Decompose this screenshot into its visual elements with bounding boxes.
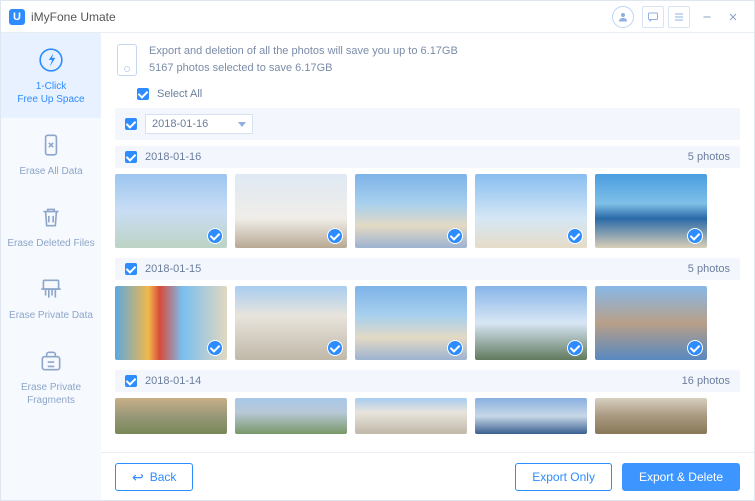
check-icon bbox=[207, 228, 223, 244]
chevron-down-icon bbox=[238, 122, 246, 127]
group-date: 2018-01-15 bbox=[145, 263, 201, 275]
photo-thumb[interactable] bbox=[355, 286, 467, 360]
date-filter-checkbox[interactable] bbox=[125, 118, 137, 130]
sidebar-item-free-up-space[interactable]: 1-Click Free Up Space bbox=[1, 33, 101, 118]
feedback-icon[interactable] bbox=[642, 6, 664, 28]
trash-icon bbox=[36, 202, 66, 232]
check-icon bbox=[567, 340, 583, 356]
photo-thumb[interactable] bbox=[475, 174, 587, 248]
app-title: iMyFone Umate bbox=[31, 10, 116, 24]
photo-thumb[interactable] bbox=[595, 286, 707, 360]
sidebar-item-label: Erase Deleted Files bbox=[7, 237, 94, 250]
group-count: 5 photos bbox=[688, 263, 730, 275]
phone-x-icon bbox=[36, 130, 66, 160]
photo-thumb[interactable] bbox=[115, 398, 227, 434]
footer-bar: ↩ Back Export Only Export & Delete bbox=[101, 452, 754, 500]
check-icon bbox=[447, 228, 463, 244]
menu-icon[interactable] bbox=[668, 6, 690, 28]
sidebar-item-erase-all[interactable]: Erase All Data bbox=[1, 118, 101, 190]
sidebar-item-label: Erase Private Data bbox=[9, 309, 93, 322]
sidebar-item-label: Erase Private Fragments bbox=[21, 381, 81, 407]
check-icon bbox=[687, 340, 703, 356]
info-text: Export and deletion of all the photos wi… bbox=[149, 43, 458, 76]
account-icon[interactable] bbox=[612, 6, 634, 28]
photo-thumb[interactable] bbox=[355, 398, 467, 434]
photo-thumb[interactable] bbox=[235, 286, 347, 360]
photo-thumb[interactable] bbox=[115, 174, 227, 248]
photo-thumb[interactable] bbox=[475, 398, 587, 434]
group-header: 2018-01-15 5 photos bbox=[115, 258, 740, 280]
photo-thumb[interactable] bbox=[235, 398, 347, 434]
back-button[interactable]: ↩ Back bbox=[115, 463, 193, 491]
photo-thumb[interactable] bbox=[595, 398, 707, 434]
group-header: 2018-01-16 5 photos bbox=[115, 146, 740, 168]
sidebar-item-erase-fragments[interactable]: Erase Private Fragments bbox=[1, 334, 101, 419]
back-arrow-icon: ↩ bbox=[132, 470, 144, 484]
phone-icon bbox=[117, 44, 137, 76]
check-icon bbox=[687, 228, 703, 244]
group-checkbox[interactable] bbox=[125, 375, 137, 387]
photo-thumb[interactable] bbox=[235, 174, 347, 248]
check-icon bbox=[447, 340, 463, 356]
broom-icon bbox=[36, 45, 66, 75]
photo-scroll-area[interactable]: 2018-01-16 5 photos 2018-01-15 5 photos bbox=[101, 146, 754, 452]
thumb-row bbox=[115, 286, 740, 360]
group-checkbox[interactable] bbox=[125, 151, 137, 163]
fragments-icon bbox=[36, 346, 66, 376]
thumb-row bbox=[115, 174, 740, 248]
group-date: 2018-01-14 bbox=[145, 375, 201, 387]
select-all-row: Select All bbox=[101, 84, 754, 108]
check-icon bbox=[327, 228, 343, 244]
sidebar-item-label: 1-Click Free Up Space bbox=[17, 80, 84, 106]
shredder-icon bbox=[36, 274, 66, 304]
app-logo: U bbox=[9, 9, 25, 25]
photo-thumb[interactable] bbox=[115, 286, 227, 360]
main-panel: Export and deletion of all the photos wi… bbox=[101, 33, 754, 500]
photo-thumb[interactable] bbox=[595, 174, 707, 248]
export-delete-button[interactable]: Export & Delete bbox=[622, 463, 740, 491]
info-bar: Export and deletion of all the photos wi… bbox=[101, 33, 754, 84]
thumb-row bbox=[115, 398, 740, 434]
group-checkbox[interactable] bbox=[125, 263, 137, 275]
dropdown-value: 2018-01-16 bbox=[152, 118, 208, 130]
sidebar-item-erase-deleted[interactable]: Erase Deleted Files bbox=[1, 190, 101, 262]
select-all-checkbox[interactable] bbox=[137, 88, 149, 100]
minimize-button[interactable] bbox=[694, 6, 720, 28]
photo-thumb[interactable] bbox=[475, 286, 587, 360]
sidebar-item-label: Erase All Data bbox=[19, 165, 82, 178]
sidebar: 1-Click Free Up Space Erase All Data Era… bbox=[1, 33, 101, 500]
group-date: 2018-01-16 bbox=[145, 151, 201, 163]
check-icon bbox=[567, 228, 583, 244]
sidebar-item-erase-private[interactable]: Erase Private Data bbox=[1, 262, 101, 334]
group-header: 2018-01-14 16 photos bbox=[115, 370, 740, 392]
photo-thumb[interactable] bbox=[355, 174, 467, 248]
date-dropdown[interactable]: 2018-01-16 bbox=[145, 114, 253, 134]
group-count: 16 photos bbox=[682, 375, 730, 387]
title-bar: U iMyFone Umate bbox=[1, 1, 754, 33]
group-count: 5 photos bbox=[688, 151, 730, 163]
select-all-label: Select All bbox=[157, 88, 202, 100]
check-icon bbox=[207, 340, 223, 356]
export-only-button[interactable]: Export Only bbox=[515, 463, 612, 491]
close-button[interactable] bbox=[720, 6, 746, 28]
date-filter-row: 2018-01-16 bbox=[115, 108, 740, 140]
check-icon bbox=[327, 340, 343, 356]
